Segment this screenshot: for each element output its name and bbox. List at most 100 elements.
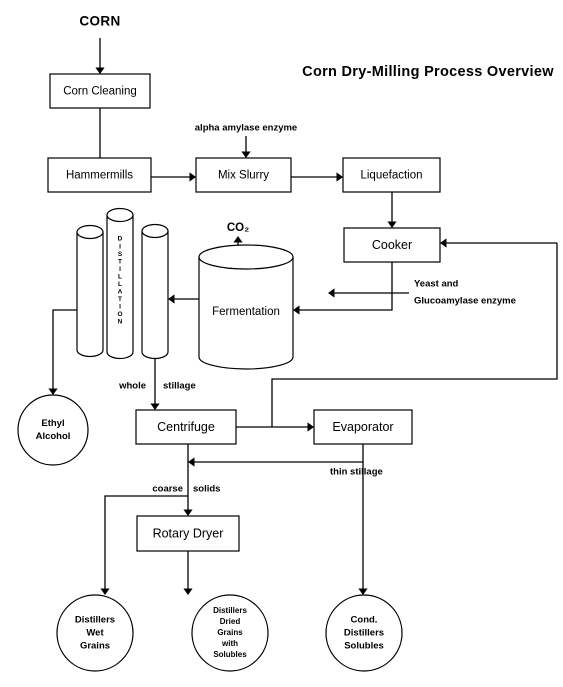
connector-distillation-to-ethyl-alcohol <box>48 309 77 395</box>
box-label: Rotary Dryer <box>153 526 224 540</box>
arrowhead-right <box>189 172 196 182</box>
connector-yeast-to-cooker-line <box>328 288 409 298</box>
corn-input-label: CORN <box>79 14 120 29</box>
circle-label-line: Dried <box>220 617 241 626</box>
shapes-layer: Corn Cleaning Hammermills Mix Slurry Liquef… <box>17 73 441 672</box>
tank-fermentation[interactable]: Fermentation <box>198 244 294 370</box>
circle-label-line: Distillers <box>213 606 247 615</box>
circle-label-line: Grains <box>80 641 110 652</box>
connector-distillation-to-centrifuge <box>150 352 160 410</box>
arrowhead-down <box>387 221 397 228</box>
circle-label-line: Ethyl <box>41 418 64 429</box>
connector-evaporator-thin-stillage-to-centrifuge <box>188 457 363 467</box>
process-box-corn-cleaning[interactable]: Corn Cleaning <box>49 73 151 109</box>
circle-outline <box>17 394 89 466</box>
process-flow-diagram: Corn Cleaning Hammermills Mix Slurry Liquef… <box>0 0 563 687</box>
circle-label-line: Solubles <box>213 650 247 659</box>
arrowhead-down <box>183 509 193 516</box>
process-box-liquefaction[interactable]: Liquefaction <box>342 157 441 193</box>
output-circle-distillers-dried-grains-with-solubles[interactable]: Distillers Dried Grains with Solubles <box>191 594 269 672</box>
arrowhead-down <box>150 403 160 410</box>
column-label-char: I <box>119 304 121 311</box>
tank-top <box>198 244 294 270</box>
column-label-char: S <box>118 251 123 258</box>
column-distillation-column-left[interactable] <box>76 224 104 358</box>
column-label-char: L <box>118 273 122 280</box>
arrowhead-right <box>307 422 314 432</box>
flow-label-solids: solids <box>193 484 220 495</box>
tank-label: Fermentation <box>212 306 280 318</box>
process-box-mix-slurry[interactable]: Mix Slurry <box>195 157 292 193</box>
column-label-char: L <box>118 281 122 288</box>
box-label: Mix Slurry <box>218 170 269 182</box>
connector-centrifuge-to-evaporator <box>236 422 314 432</box>
flow-label-whole: whole <box>118 381 146 392</box>
connector-line <box>271 243 558 427</box>
column-label-char: T <box>118 296 122 303</box>
column-top <box>106 207 134 223</box>
connector-liquefaction-to-cooker <box>387 192 397 228</box>
circle-label-line: Distillers <box>75 615 115 626</box>
arrowhead-left <box>188 457 195 467</box>
process-box-rotary-dryer[interactable]: Rotary Dryer <box>136 515 240 552</box>
arrowhead-right <box>336 172 343 182</box>
flow-label-yeast-and: Yeast and <box>414 279 459 290</box>
circle-label-line: Distillers <box>344 628 384 639</box>
box-label: Hammermills <box>66 170 133 182</box>
flow-label-thin-stillage: thin stillage <box>330 467 383 478</box>
column-label-char: O <box>117 311 122 318</box>
circle-label-line: Alcohol <box>36 431 71 442</box>
circle-label-line: Grains <box>217 628 243 637</box>
connector-centrifuge-coarse-solids-to-rotary-dryer <box>183 444 193 516</box>
connector-fermentation-to-distillation <box>168 294 199 304</box>
arrowhead-down <box>183 588 193 595</box>
arrowhead-left <box>168 294 175 304</box>
arrowhead-down <box>48 388 58 395</box>
column-label-char: D <box>118 236 123 243</box>
flow-label-alpha-amylase-enzyme: alpha amylase enzyme <box>195 123 297 134</box>
column-label-char: N <box>118 319 123 326</box>
column-distillation-column-center[interactable]: DISTILLATION <box>106 207 134 360</box>
flow-label-stillage: stillage <box>163 381 196 392</box>
column-top <box>76 224 104 240</box>
connector-mix-slurry-to-liquefaction <box>291 172 343 182</box>
process-box-cooker[interactable]: Cooker <box>343 227 441 263</box>
output-circle-distillers-wet-grains[interactable]: Distillers Wet Grains <box>56 594 134 672</box>
process-box-centrifuge[interactable]: Centrifuge <box>135 409 237 445</box>
column-distillation-column-right[interactable] <box>141 223 169 360</box>
box-label: Cooker <box>372 238 412 252</box>
circle-label-line: with <box>221 639 238 648</box>
flow-label-co2: CO₂ <box>227 222 249 234</box>
connector-centrifuge-recycle-to-cooker <box>271 243 558 427</box>
column-body <box>76 231 104 358</box>
output-circle-cond-distillers-solubles[interactable]: Cond. Distillers Solubles <box>325 594 403 672</box>
connector-corn-to-corn-cleaning <box>95 38 105 74</box>
arrowhead-left <box>328 288 335 298</box>
box-label: Evaporator <box>332 420 393 434</box>
column-label-char: I <box>119 243 121 250</box>
circle-label-line: Cond. <box>351 615 378 626</box>
process-box-evaporator[interactable]: Evaporator <box>313 409 413 445</box>
diagram-title: Corn Dry-Milling Process Overview <box>302 64 554 80</box>
connector-line <box>299 262 393 311</box>
output-circle-ethyl-alcohol[interactable]: Ethyl Alcohol <box>17 394 89 466</box>
box-label: Centrifuge <box>157 420 215 434</box>
connector-recycle-to-cooker <box>440 238 557 248</box>
flow-label-glucoamylase-enzyme: Glucoamylase enzyme <box>414 296 516 307</box>
arrowhead-down <box>241 151 251 158</box>
process-box-hammermills[interactable]: Hammermills <box>47 157 152 193</box>
column-top <box>141 223 169 239</box>
column-label-char: A <box>118 289 123 296</box>
arrowhead-left <box>440 238 447 248</box>
box-label: Corn Cleaning <box>63 86 137 98</box>
connector-cooker-to-fermentation <box>293 262 393 315</box>
arrowhead-down <box>358 588 368 595</box>
column-label-char: I <box>119 266 121 273</box>
arrowhead-down <box>100 588 110 595</box>
flow-label-coarse: coarse <box>152 484 183 495</box>
circle-label-line: Solubles <box>344 641 384 652</box>
column-body <box>141 230 169 360</box>
box-label: Liquefaction <box>360 170 422 182</box>
connector-alpha-amylase-to-mix-slurry <box>241 136 251 158</box>
column-label-char: T <box>118 258 122 265</box>
